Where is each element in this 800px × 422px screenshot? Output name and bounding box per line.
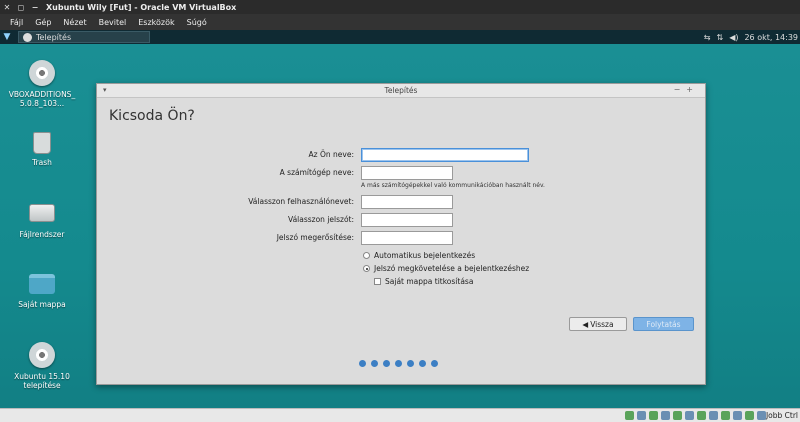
host-key-arrow-icon[interactable] xyxy=(757,411,766,420)
encrypt-home-checkbox[interactable]: Saját mappa titkosítása xyxy=(374,277,473,286)
drive-icon xyxy=(29,204,55,222)
user-form: Az Ön neve: A számítógép neve: A más szá… xyxy=(97,84,705,384)
whisker-menu-icon[interactable]: ▼ xyxy=(0,30,14,44)
confirm-password-label: Jelszó megerősítése: xyxy=(276,233,354,242)
name-input[interactable] xyxy=(361,148,529,162)
taskbar-item-label: Telepítés xyxy=(36,32,72,42)
progress-dot xyxy=(431,360,438,367)
keyboard-icon[interactable] xyxy=(745,411,754,420)
progress-dot xyxy=(359,360,366,367)
hdd-icon[interactable] xyxy=(625,411,634,420)
host-menu-bar: Fájl Gép Nézet Bevitel Eszközök Súgó xyxy=(0,14,800,30)
username-row: Válasszon felhasználónevet: xyxy=(97,195,705,209)
display-icon[interactable] xyxy=(697,411,706,420)
name-row: Az Ön neve: xyxy=(97,148,705,162)
continue-button[interactable]: Folytatás xyxy=(633,317,694,331)
power-icon[interactable]: ⇅ xyxy=(716,33,723,42)
taskbar-item-installer[interactable]: Telepítés xyxy=(18,31,150,43)
usb-icon[interactable] xyxy=(673,411,682,420)
confirm-password-row: Jelszó megerősítése: xyxy=(97,231,705,245)
back-arrow-icon: ◀ xyxy=(582,319,589,329)
close-icon[interactable]: ✕ xyxy=(0,3,14,12)
host-window-title: Xubuntu Wily [Fut] - Oracle VM VirtualBo… xyxy=(46,2,237,12)
desktop-icon-home[interactable]: Saját mappa xyxy=(2,274,82,309)
desktop-icon-label: Xubuntu 15.10 telepítése xyxy=(14,372,70,390)
device-status-icons xyxy=(625,411,766,420)
password-label: Válasszon jelszót: xyxy=(288,215,354,224)
menu-file[interactable]: Fájl xyxy=(10,18,23,27)
progress-dot xyxy=(383,360,390,367)
password-input[interactable] xyxy=(361,213,453,227)
installer-window: ▾ Telepítés −+ Kicsoda Ön? Az Ön neve: A… xyxy=(96,83,706,385)
mouse-integration-icon[interactable] xyxy=(733,411,742,420)
continue-button-label: Folytatás xyxy=(646,319,681,329)
optical-drive-icon[interactable] xyxy=(637,411,646,420)
desktop-icon-vboxadditions[interactable]: VBOXADDITIONS_5.0.8_103... xyxy=(2,60,82,108)
installer-icon xyxy=(23,32,32,42)
progress-dot xyxy=(371,360,378,367)
desktop-icon-trash[interactable]: Trash xyxy=(2,132,82,167)
menu-machine[interactable]: Gép xyxy=(35,18,51,27)
require-password-radio[interactable]: Jelszó megkövetelése a bejelentkezéshez xyxy=(363,264,529,273)
name-label: Az Ön neve: xyxy=(308,150,354,159)
auto-login-label: Automatikus bejelentkezés xyxy=(374,251,476,260)
desktop-icon-installer[interactable]: Xubuntu 15.10 telepítése xyxy=(2,342,82,390)
system-tray: ⇆ ⇅ ◀) 26 okt, 14:39 xyxy=(704,30,800,44)
menu-devices[interactable]: Eszközök xyxy=(138,18,174,27)
menu-view[interactable]: Nézet xyxy=(63,18,86,27)
progress-indicator xyxy=(359,360,438,367)
host-key-label: Jobb Ctrl xyxy=(765,411,798,420)
computer-name-input[interactable] xyxy=(361,166,453,180)
auto-login-radio[interactable]: Automatikus bejelentkezés xyxy=(363,251,475,260)
desktop-icon-label: VBOXADDITIONS_5.0.8_103... xyxy=(8,90,76,108)
computer-name-hint: A más számítógépekkel való kommunikációb… xyxy=(361,182,545,189)
video-capture-icon[interactable] xyxy=(709,411,718,420)
confirm-password-input[interactable] xyxy=(361,231,453,245)
radio-button-selected[interactable] xyxy=(363,265,370,272)
trash-icon xyxy=(33,132,51,154)
username-label: Válasszon felhasználónevet: xyxy=(248,197,354,206)
desktop-icon-label: Saját mappa xyxy=(18,300,66,309)
encrypt-home-label: Saját mappa titkosítása xyxy=(385,277,474,286)
desktop-icon-label: Fájlrendszer xyxy=(19,230,65,239)
cd-icon xyxy=(29,60,55,86)
computer-name-row: A számítógép neve: xyxy=(97,166,705,180)
installer-cd-icon xyxy=(29,342,55,368)
host-status-bar: Jobb Ctrl xyxy=(0,408,800,422)
radio-button[interactable] xyxy=(363,252,370,259)
progress-dot xyxy=(395,360,402,367)
xfce-top-panel: ▼ Telepítés ⇆ ⇅ ◀) 26 okt, 14:39 xyxy=(0,30,800,44)
username-input[interactable] xyxy=(361,195,453,209)
back-button[interactable]: ◀ Vissza xyxy=(569,317,627,331)
clock[interactable]: 26 okt, 14:39 xyxy=(744,33,798,42)
password-row: Válasszon jelszót: xyxy=(97,213,705,227)
home-folder-icon xyxy=(29,274,55,294)
menu-input[interactable]: Bevitel xyxy=(99,18,127,27)
maximize-icon[interactable]: ◻ xyxy=(14,3,28,12)
audio-icon[interactable] xyxy=(649,411,658,420)
desktop-icon-filesystem[interactable]: Fájlrendszer xyxy=(2,200,82,239)
network-icon[interactable]: ⇆ xyxy=(704,33,711,42)
volume-icon[interactable]: ◀) xyxy=(729,33,738,42)
progress-dot xyxy=(419,360,426,367)
menu-help[interactable]: Súgó xyxy=(187,18,207,27)
computer-name-label: A számítógép neve: xyxy=(279,168,354,177)
minimize-icon[interactable]: − xyxy=(28,3,42,12)
checkbox[interactable] xyxy=(374,278,381,285)
host-title-bar: ✕ ◻ − Xubuntu Wily [Fut] - Oracle VM Vir… xyxy=(0,0,800,14)
require-password-label: Jelszó megkövetelése a bejelentkezéshez xyxy=(374,264,530,273)
back-button-label: Vissza xyxy=(590,319,614,329)
progress-dot xyxy=(407,360,414,367)
desktop-icon-label: Trash xyxy=(32,158,52,167)
network-icon[interactable] xyxy=(661,411,670,420)
cpu-icon[interactable] xyxy=(721,411,730,420)
shared-folder-icon[interactable] xyxy=(685,411,694,420)
